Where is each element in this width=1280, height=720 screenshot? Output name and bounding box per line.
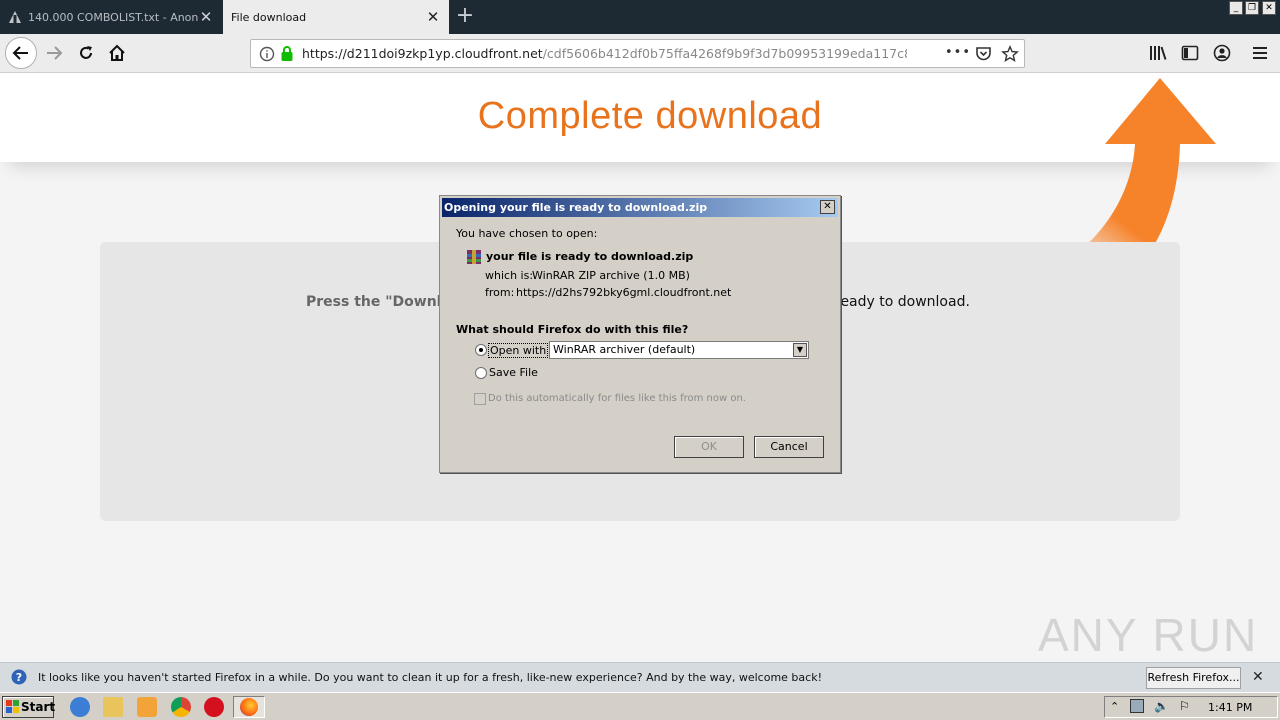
reload-button[interactable] — [72, 39, 100, 67]
navigation-toolbar: https://d211doi9zkp1yp.cloudfront.net/cd… — [0, 34, 1280, 73]
star-bookmark-icon[interactable] — [1001, 45, 1019, 66]
close-tab-icon[interactable]: ✕ — [425, 8, 441, 26]
save-file-label[interactable]: Save File — [489, 366, 538, 379]
clock: 1:41 PM — [1208, 701, 1253, 714]
winrar-file-icon — [466, 249, 482, 268]
dialog-title: Opening your file is ready to download.z… — [444, 201, 708, 214]
tab-combolist[interactable]: 140.000 COMBOLIST.txt - AnonFi ✕ — [0, 0, 222, 34]
opera-icon[interactable] — [204, 697, 224, 717]
minimize-button[interactable]: _ — [1229, 1, 1243, 15]
windows-logo-icon — [6, 700, 20, 720]
folder-icon[interactable] — [103, 697, 123, 717]
tab-strip: 140.000 COMBOLIST.txt - AnonFi ✕ File do… — [0, 0, 1280, 34]
open-with-select[interactable]: WinRAR archiver (default) ▼ — [549, 341, 809, 359]
home-button[interactable] — [103, 39, 131, 67]
auto-checkbox[interactable] — [474, 393, 486, 405]
tab-favicon-icon — [8, 10, 22, 24]
pocket-icon[interactable] — [975, 46, 992, 65]
arrow-left-icon — [12, 46, 28, 60]
back-button[interactable] — [5, 37, 37, 69]
chosen-label: You have chosen to open: — [456, 227, 598, 240]
reload-icon — [80, 46, 92, 59]
window-close-button[interactable]: ✕ — [1262, 1, 1276, 15]
auto-label: Do this automatically for files like thi… — [488, 393, 746, 404]
url-text: https://d211doi9zkp1yp.cloudfront.net/cd… — [302, 46, 907, 61]
new-tab-button[interactable]: + — [452, 4, 478, 30]
start-button[interactable]: Start — [2, 696, 56, 720]
arrow-right-icon — [47, 46, 63, 60]
tab-title: 140.000 COMBOLIST.txt - AnonFi — [28, 10, 198, 24]
account-icon[interactable] — [1213, 44, 1231, 65]
tab-file-download[interactable]: File download ✕ — [223, 0, 449, 34]
open-with-app: WinRAR archiver (default) — [553, 343, 696, 356]
url-host: https://d211doi9zkp1yp.cloudfront.net — [302, 46, 543, 61]
start-label: Start — [21, 700, 56, 714]
network-icon[interactable] — [1130, 699, 1144, 713]
menu-icon[interactable] — [1252, 45, 1268, 64]
instruction-text-left: Press the "Downlo — [306, 294, 452, 310]
flag-icon[interactable]: ⚐ — [1179, 699, 1190, 713]
lock-icon[interactable] — [279, 45, 295, 65]
instruction-text-right: ready to download. — [835, 294, 970, 310]
notification-bar: ? It looks like you haven't started Fire… — [0, 662, 1280, 692]
ie-icon[interactable] — [70, 697, 90, 717]
home-icon — [109, 44, 125, 61]
dialog-close-button[interactable]: ✕ — [820, 200, 835, 214]
chevron-down-icon[interactable]: ▼ — [793, 343, 807, 357]
url-bar[interactable]: https://d211doi9zkp1yp.cloudfront.net/cd… — [250, 39, 1025, 68]
firefox-icon — [240, 698, 258, 716]
open-with-label[interactable]: Open with — [488, 343, 549, 358]
refresh-firefox-button[interactable]: Refresh Firefox... — [1146, 667, 1241, 689]
media-player-icon[interactable] — [137, 697, 157, 717]
question-label: What should Firefox do with this file? — [456, 323, 689, 336]
dialog-titlebar: Opening your file is ready to download.z… — [442, 198, 838, 217]
notification-text: It looks like you haven't started Firefo… — [38, 671, 822, 684]
sidebar-icon[interactable] — [1181, 45, 1199, 64]
tab-title: File download — [231, 10, 307, 24]
open-with-radio[interactable] — [475, 344, 487, 356]
info-icon[interactable] — [259, 46, 275, 65]
file-source: https://d2hs792bky6gml.cloudfront.net — [516, 286, 732, 299]
cancel-button[interactable]: Cancel — [754, 436, 824, 458]
volume-icon[interactable]: 🔈 — [1154, 699, 1169, 713]
library-icon[interactable] — [1149, 45, 1167, 64]
forward-button[interactable] — [40, 39, 68, 67]
restore-button[interactable]: ❐ — [1245, 1, 1259, 15]
help-icon: ? — [11, 669, 27, 688]
svg-text:?: ? — [16, 671, 22, 684]
download-dialog: Opening your file is ready to download.z… — [439, 195, 841, 473]
firefox-task-button[interactable] — [233, 696, 265, 718]
file-name: your file is ready to download.zip — [486, 250, 694, 263]
which-is-label: which is: — [485, 269, 534, 282]
close-tab-icon[interactable]: ✕ — [198, 8, 214, 26]
page-actions-icon[interactable]: ••• — [945, 45, 971, 60]
anyrun-watermark: ANY RUN — [1038, 609, 1259, 661]
from-label: from: — [485, 286, 515, 299]
file-type: WinRAR ZIP archive (1.0 MB) — [532, 269, 690, 282]
close-notification-icon[interactable]: ✕ — [1252, 669, 1264, 685]
ok-button[interactable]: OK — [674, 436, 744, 458]
save-file-radio[interactable] — [475, 367, 487, 379]
chevron-up-icon[interactable]: ⌃ — [1110, 700, 1119, 713]
url-path: /cdf5606b412df0b75ffa4268f9b9f3d7b099531… — [542, 46, 907, 61]
chrome-icon[interactable] — [171, 697, 191, 717]
taskbar: Start ⌃ 🔈 ⚐ 1:41 PM — [0, 692, 1280, 720]
